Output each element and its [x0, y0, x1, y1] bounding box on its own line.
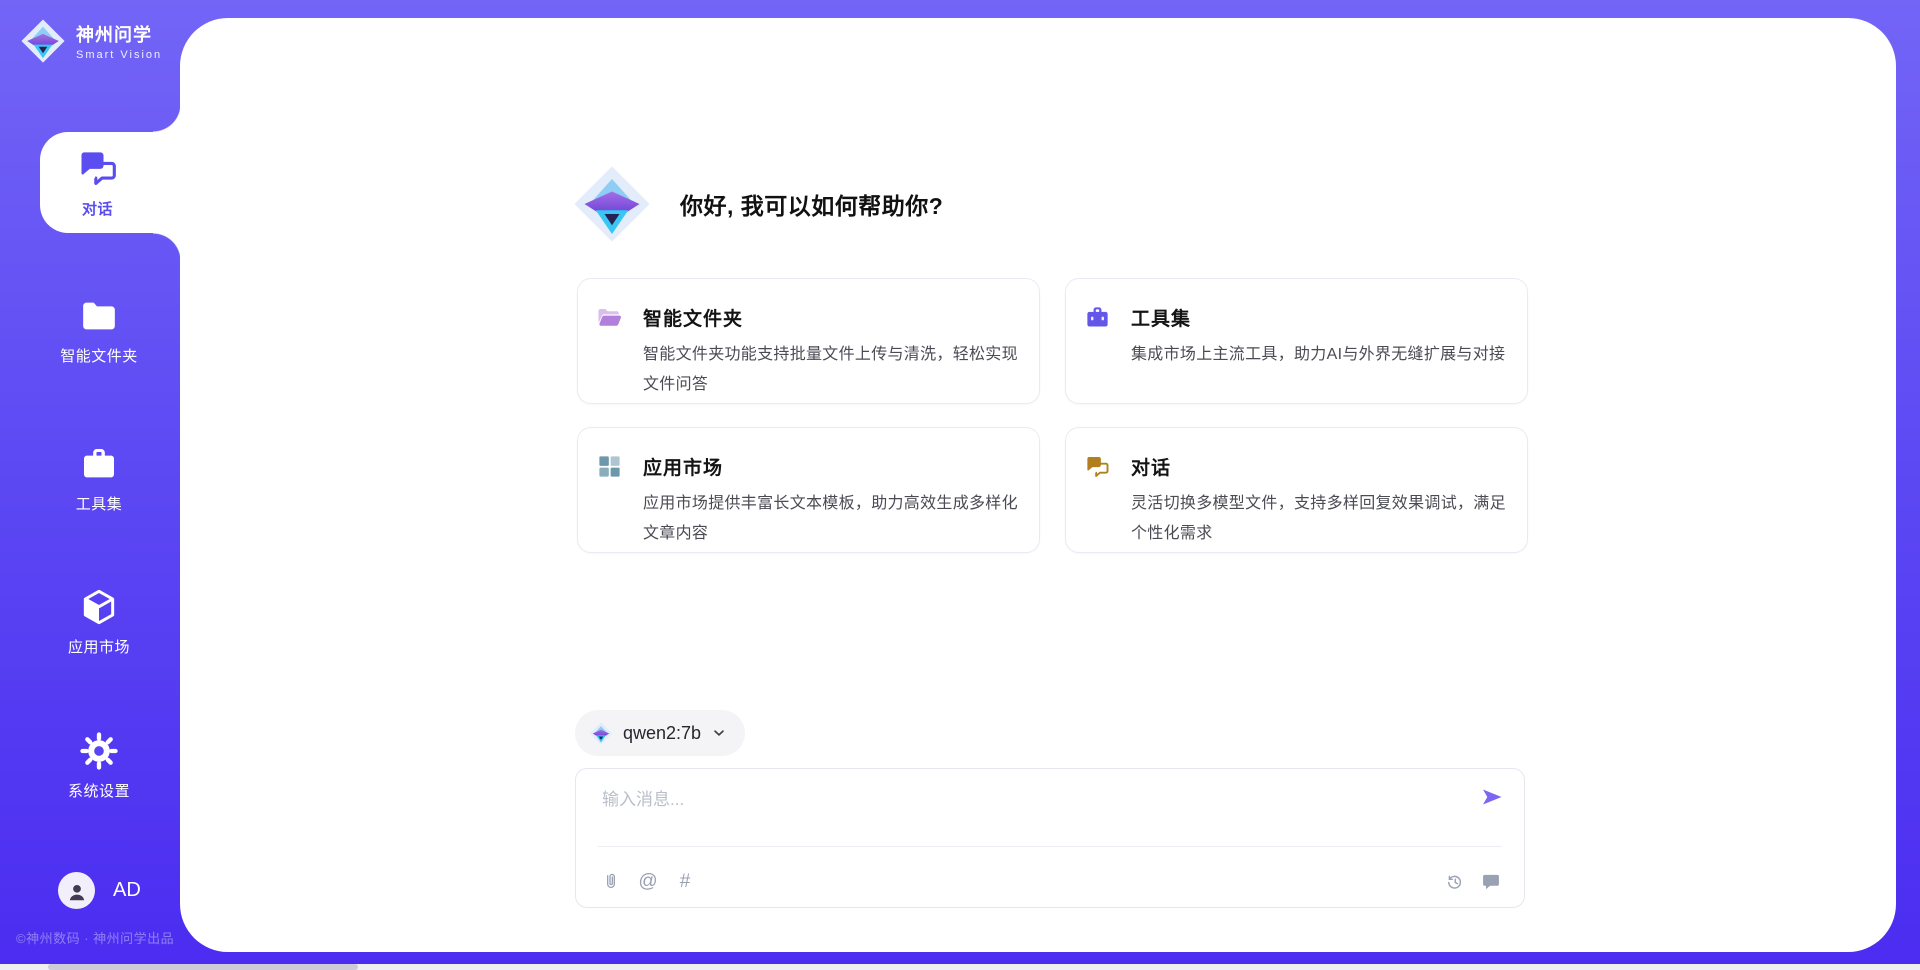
brand-name: 神州问学	[76, 21, 162, 47]
app-logo-icon	[572, 158, 652, 250]
sidebar-item-label: 对话	[82, 198, 113, 219]
mention-button[interactable]: @	[637, 871, 659, 893]
quick-reply-button[interactable]	[1480, 871, 1502, 893]
tab-fillet-bottom	[153, 233, 181, 261]
chat-bubbles-icon	[76, 146, 120, 190]
card-description: 灵活切换多模型文件，支持多样回复效果调试，满足个性化需求	[1131, 489, 1507, 549]
card-chat[interactable]: 对话 灵活切换多模型文件，支持多样回复效果调试，满足个性化需求	[1065, 427, 1528, 553]
toolbox-icon	[1084, 304, 1111, 331]
message-input[interactable]	[602, 785, 1442, 815]
brand: 神州问学 Smart Vision	[20, 16, 162, 66]
card-title: 智能文件夹	[643, 304, 743, 331]
sidebar-item-chat[interactable]: 对话	[40, 132, 181, 233]
tab-fillet-top	[153, 104, 181, 132]
send-icon	[1480, 785, 1504, 809]
folder-open-icon	[596, 304, 623, 331]
sidebar-item-label: 应用市场	[68, 636, 130, 657]
card-app-market[interactable]: 应用市场 应用市场提供丰富长文本模板，助力高效生成多样化文章内容	[577, 427, 1040, 553]
card-toolset[interactable]: 工具集 集成市场上主流工具，助力AI与外界无缝扩展与对接	[1065, 278, 1528, 404]
scrollbar-thumb[interactable]	[48, 964, 358, 970]
sidebar-item-toolset[interactable]: 工具集	[0, 444, 180, 514]
card-title: 对话	[1131, 453, 1171, 480]
card-description: 集成市场上主流工具，助力AI与外界无缝扩展与对接	[1131, 340, 1507, 370]
greeting-title: 你好, 我可以如何帮助你?	[680, 187, 943, 221]
app-root: 神州问学 Smart Vision 对话 智能文件夹 工具集 应用市场	[0, 0, 1920, 970]
topic-button[interactable]: #	[674, 871, 696, 893]
history-icon	[1445, 872, 1465, 892]
feature-cards: 智能文件夹 智能文件夹功能支持批量文件上传与清洗，轻松实现文件问答 工具集 集成…	[577, 278, 1528, 553]
toolbox-icon	[79, 444, 119, 484]
model-selector[interactable]: qwen2:7b	[575, 710, 745, 756]
sidebar-item-label: 智能文件夹	[60, 345, 138, 366]
composer-divider	[598, 846, 1502, 847]
card-description: 应用市场提供丰富长文本模板，助力高效生成多样化文章内容	[643, 489, 1019, 549]
card-smart-folder[interactable]: 智能文件夹 智能文件夹功能支持批量文件上传与清洗，轻松实现文件问答	[577, 278, 1040, 404]
horizontal-scrollbar[interactable]	[0, 964, 1920, 970]
cube-icon	[79, 587, 119, 627]
hash-icon: #	[680, 872, 691, 892]
sidebar-item-label: 系统设置	[68, 780, 130, 801]
model-name: qwen2:7b	[623, 723, 701, 744]
quick-reply-icon	[1481, 872, 1501, 892]
send-button[interactable]	[1476, 782, 1508, 814]
card-title: 应用市场	[643, 453, 723, 480]
user-icon	[66, 881, 88, 903]
footer-credit: ©神州数码 · 神州问学出品	[16, 928, 174, 947]
paperclip-icon	[601, 872, 621, 892]
sidebar-item-smart-folder[interactable]: 智能文件夹	[0, 296, 180, 366]
attach-button[interactable]	[600, 871, 622, 893]
avatar	[58, 872, 95, 909]
sidebar: 神州问学 Smart Vision 对话 智能文件夹 工具集 应用市场	[0, 0, 180, 970]
chat-bubbles-icon	[1084, 453, 1111, 480]
card-title: 工具集	[1131, 304, 1191, 331]
history-button[interactable]	[1444, 871, 1466, 893]
card-description: 智能文件夹功能支持批量文件上传与清洗，轻松实现文件问答	[643, 340, 1019, 400]
user-profile[interactable]: AD	[58, 872, 141, 909]
chevron-down-icon	[711, 725, 727, 741]
model-logo-icon	[589, 720, 613, 747]
sidebar-item-app-market[interactable]: 应用市场	[0, 587, 180, 657]
brand-subtitle: Smart Vision	[76, 49, 162, 61]
sidebar-item-settings[interactable]: 系统设置	[0, 731, 180, 801]
composer: @ #	[575, 768, 1525, 908]
grid-icon	[596, 453, 623, 480]
at-icon: @	[638, 872, 657, 892]
greeting-section: 你好, 我可以如何帮助你?	[572, 158, 943, 250]
gear-icon	[79, 731, 119, 771]
folder-icon	[79, 296, 119, 336]
user-name: AD	[113, 879, 141, 902]
diamond-logo-icon	[20, 16, 66, 66]
sidebar-item-label: 工具集	[76, 493, 123, 514]
